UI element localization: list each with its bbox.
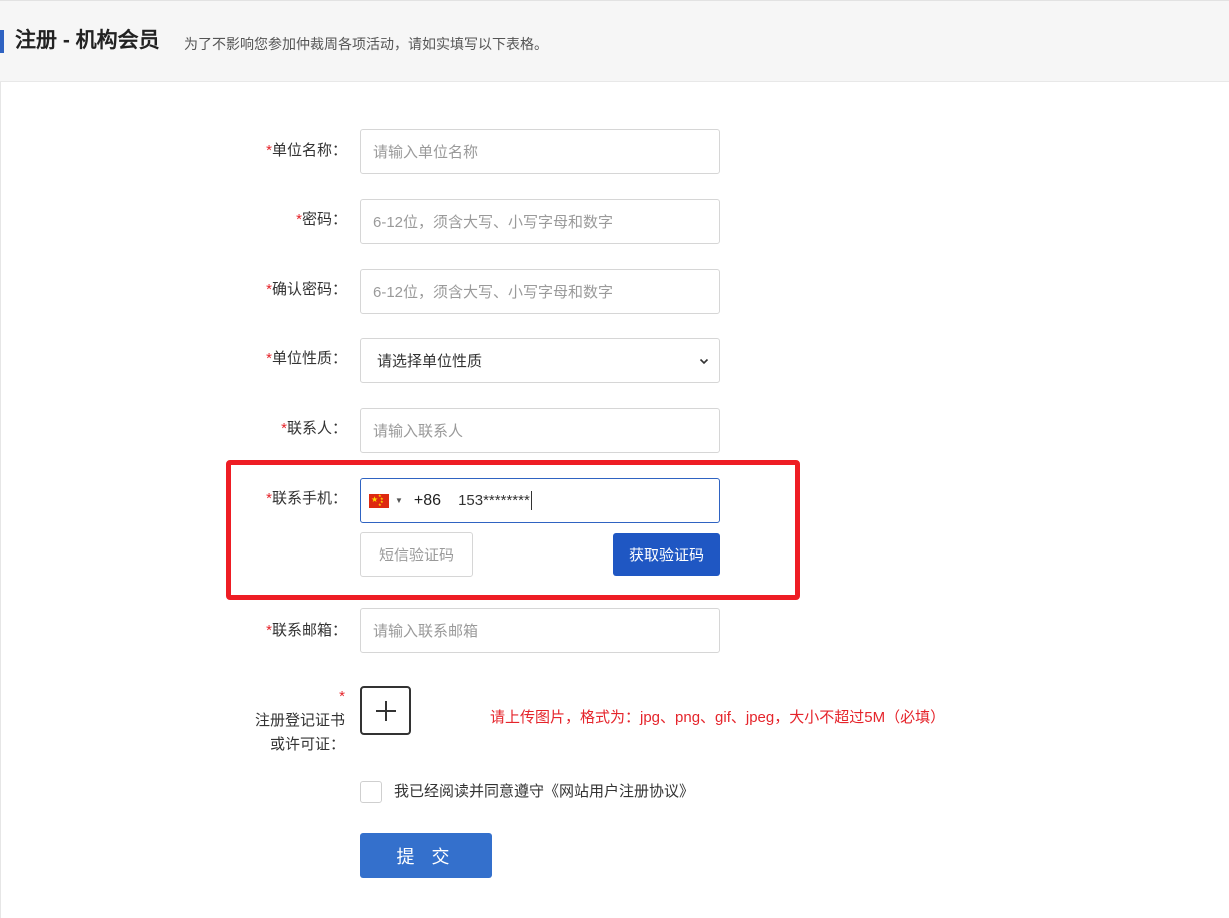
- page-title: 注册 - 机构会员: [15, 29, 160, 52]
- contact-label: *联系人：: [281, 420, 347, 437]
- unit-name-label: *单位名称：: [266, 142, 347, 159]
- confirm-password-placeholder: 6-12位，须含大写、小写字母和数字: [373, 284, 614, 301]
- unit-type-selected: 请选择单位性质: [377, 353, 483, 370]
- unit-type-label: *单位性质：: [266, 350, 347, 367]
- upload-button[interactable]: [360, 686, 411, 735]
- email-input[interactable]: 请输入联系邮箱: [360, 608, 720, 653]
- email-placeholder: 请输入联系邮箱: [373, 623, 479, 640]
- agreement-text[interactable]: 我已经阅读并同意遵守《网站用户注册协议》: [394, 781, 694, 803]
- chevron-down-icon: [699, 358, 709, 364]
- password-label: *密码：: [296, 211, 347, 228]
- contact-input[interactable]: 请输入联系人: [360, 408, 720, 453]
- password-input[interactable]: 6-12位，须含大写、小写字母和数字: [360, 199, 720, 244]
- upload-hint: 请上传图片，格式为：jpg、png、gif、jpeg，大小不超过5M（必填）: [490, 709, 946, 726]
- submit-button[interactable]: 提 交: [360, 833, 492, 878]
- unit-type-select[interactable]: 请选择单位性质: [360, 338, 720, 383]
- content-left-border: [0, 82, 1, 918]
- password-placeholder: 6-12位，须含大写、小写字母和数字: [373, 214, 614, 231]
- header-accent-bar: [0, 30, 4, 53]
- page-header: 注册 - 机构会员 为了不影响您参加仲裁周各项活动，请如实填写以下表格。: [0, 0, 1229, 82]
- confirm-password-input[interactable]: 6-12位，须含大写、小写字母和数字: [360, 269, 720, 314]
- page-subtitle: 为了不影响您参加仲裁周各项活动，请如实填写以下表格。: [184, 36, 548, 52]
- plus-icon: [375, 700, 396, 721]
- agreement-checkbox[interactable]: [360, 781, 382, 803]
- unit-name-input[interactable]: 请输入单位名称: [360, 129, 720, 174]
- certificate-label: * 注册登记证书 或许可证：: [254, 688, 345, 753]
- red-highlight-box: [226, 460, 800, 600]
- contact-placeholder: 请输入联系人: [373, 423, 464, 440]
- email-label: *联系邮箱：: [266, 622, 347, 639]
- unit-name-placeholder: 请输入单位名称: [373, 144, 479, 161]
- confirm-password-label: *确认密码：: [266, 281, 347, 298]
